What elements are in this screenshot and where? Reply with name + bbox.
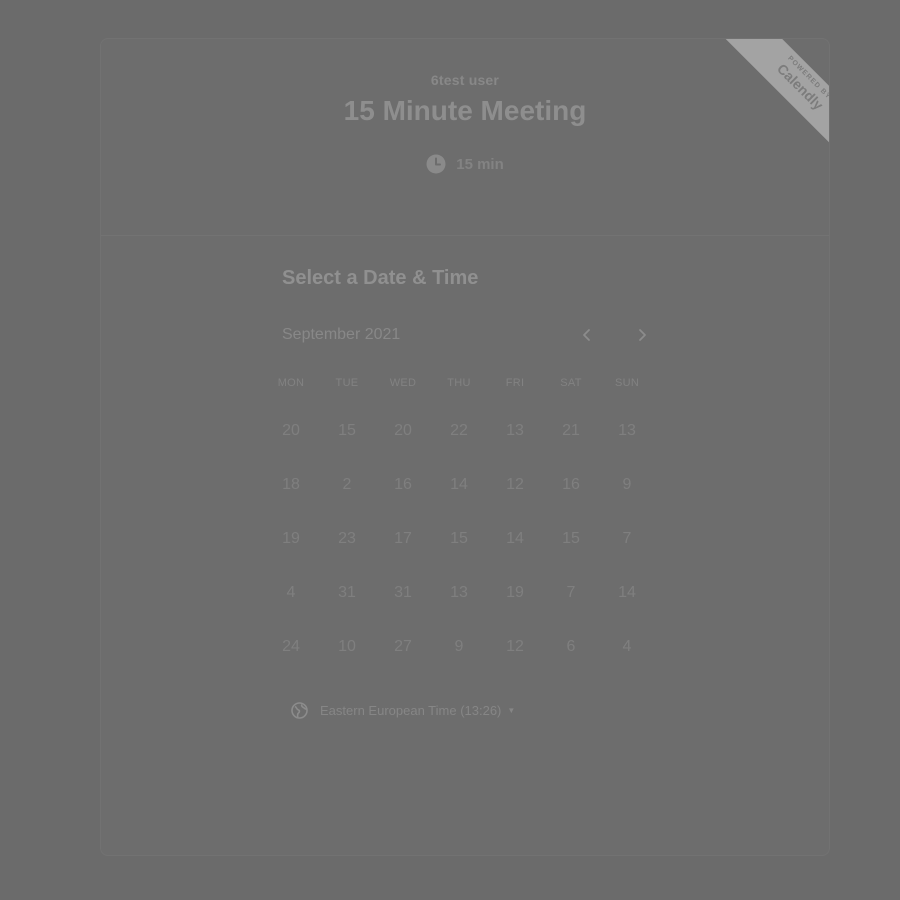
- booking-card: 6test user 15 Minute Meeting 15 min POWE…: [100, 38, 830, 856]
- caret-down-icon: ▼: [507, 705, 516, 715]
- calendar-day: 15: [450, 530, 468, 547]
- calendar-day: 7: [622, 530, 632, 547]
- calendar-day: 7: [566, 584, 576, 601]
- calendar-day: 4: [622, 638, 632, 655]
- calendar-day: 15: [338, 422, 356, 439]
- clock-icon: [426, 154, 446, 174]
- prev-month-button[interactable]: [576, 324, 598, 346]
- calendar-grid: 20 15 20 22 13 21 13 18 2 16 14 12 16 9 …: [263, 404, 663, 674]
- weekday-wed: WED: [389, 377, 417, 389]
- calendar-day: 23: [338, 530, 356, 547]
- calendar-day: 14: [450, 476, 468, 493]
- calendar-day: 9: [454, 638, 464, 655]
- powered-by-ribbon[interactable]: POWERED BY Calendly: [720, 39, 829, 146]
- month-navigation: September 2021: [282, 324, 662, 346]
- calendar-day: 13: [506, 422, 524, 439]
- calendar-day: 16: [394, 476, 412, 493]
- calendar-day: 15: [562, 530, 580, 547]
- calendar-day: 12: [506, 638, 524, 655]
- chevron-right-icon: [639, 329, 646, 341]
- calendar-day: 27: [394, 638, 412, 655]
- brand-label: Calendly: [773, 60, 827, 113]
- weekday-thu: THU: [447, 377, 471, 389]
- weekday-tue: TUE: [335, 377, 359, 389]
- calendar-day: 31: [394, 584, 412, 601]
- weekday-sat: SAT: [560, 377, 582, 389]
- calendar-day: 31: [338, 584, 356, 601]
- calendar-day: 19: [506, 584, 524, 601]
- calendar-day: 24: [282, 638, 300, 655]
- calendar-day: 16: [562, 476, 580, 493]
- calendar-day: 2: [342, 476, 352, 493]
- weekday-fri: FRI: [505, 377, 525, 389]
- month-label: September 2021: [282, 326, 401, 343]
- calendar-day: 22: [450, 422, 468, 439]
- duration-row: 15 min: [101, 153, 829, 175]
- calendar-day: 13: [450, 584, 468, 601]
- calendar-day: 21: [562, 422, 580, 439]
- section-title: Select a Date & Time: [282, 267, 479, 289]
- calendar-day: 13: [618, 422, 636, 439]
- chevron-left-icon: [583, 329, 590, 341]
- weekday-sun: SUN: [614, 377, 640, 389]
- calendar-day: 19: [282, 530, 300, 547]
- page: 6test user 15 Minute Meeting 15 min POWE…: [0, 0, 900, 900]
- globe-icon: [291, 701, 308, 719]
- next-month-button[interactable]: [631, 324, 653, 346]
- calendar-day: 20: [394, 422, 412, 439]
- timezone-selector[interactable]: Eastern European Time (13:26) ▼: [291, 699, 515, 721]
- timezone-label: Eastern European Time (13:26): [320, 702, 502, 718]
- calendar-day: 20: [282, 422, 300, 439]
- calendar-day: 10: [338, 638, 356, 655]
- calendar-day: 9: [622, 476, 632, 493]
- calendar-day: 18: [282, 476, 300, 493]
- calendar-day: 12: [506, 476, 524, 493]
- weekday-header: MON TUE WED THU FRI SAT SUN: [263, 377, 663, 389]
- calendar-day: 6: [566, 638, 576, 655]
- weekday-mon: MON: [277, 377, 305, 389]
- duration-text: 15 min: [456, 155, 504, 173]
- calendar-day: 14: [618, 584, 636, 601]
- calendar-day: 17: [394, 530, 412, 547]
- calendar-day: 4: [286, 584, 296, 601]
- calendar-day: 14: [506, 530, 524, 547]
